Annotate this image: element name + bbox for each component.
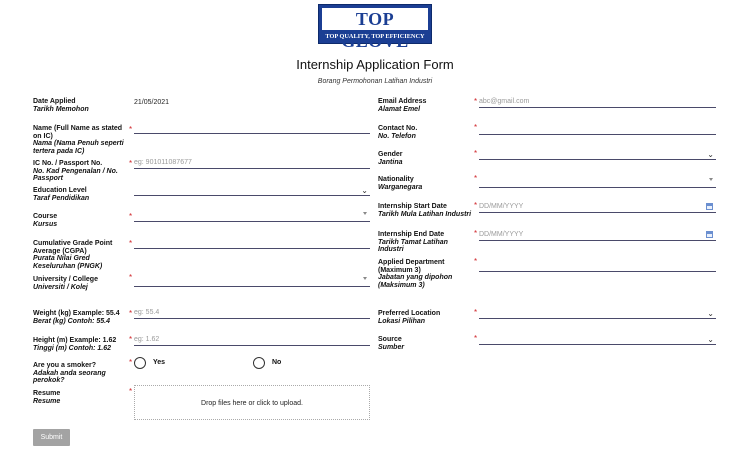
end-date-required-mark: * bbox=[474, 229, 478, 238]
location-select[interactable]: ⌄ bbox=[479, 307, 716, 319]
chevron-down-icon: ⌄ bbox=[707, 309, 714, 318]
start-date-placeholder: DD/MM/YYYY bbox=[479, 203, 524, 210]
nationality-select[interactable] bbox=[479, 176, 716, 188]
cgpa-label: Cumulative Grade Point Average (CGPA) Pur… bbox=[33, 240, 113, 270]
resume-label: Resume Resume bbox=[33, 390, 61, 405]
name-input[interactable] bbox=[134, 122, 370, 134]
contact-input[interactable] bbox=[479, 123, 716, 135]
contact-label: Contact No. No. Telefon bbox=[378, 125, 418, 140]
university-label: University / College Universiti / Kolej bbox=[33, 276, 98, 291]
height-input[interactable]: eg: 1.62 bbox=[134, 334, 370, 346]
calendar-icon[interactable] bbox=[706, 203, 713, 210]
logo-tagline: TOP QUALITY, TOP EFFICIENCY bbox=[325, 33, 425, 40]
email-placeholder: abc@gmail.com bbox=[479, 98, 530, 105]
dropzone-text: Drop files here or click to upload. bbox=[201, 400, 303, 407]
height-placeholder: eg: 1.62 bbox=[134, 336, 160, 343]
height-label: Height (m) Example: 1.62 Tinggi (m) Conto… bbox=[33, 337, 117, 352]
calendar-icon[interactable] bbox=[706, 231, 713, 238]
submit-button[interactable]: Submit bbox=[33, 429, 70, 446]
dropdown-arrow-icon bbox=[363, 277, 367, 280]
start-date-input[interactable]: DD/MM/YYYY bbox=[479, 201, 716, 213]
smoker-yes-radio[interactable] bbox=[134, 357, 146, 369]
smoker-label: Are you a smoker? Adakah anda seorang per… bbox=[33, 362, 106, 385]
source-label: Source Sumber bbox=[378, 336, 405, 351]
university-required-mark: * bbox=[129, 273, 133, 282]
chevron-down-icon: ⌄ bbox=[707, 150, 714, 159]
top-glove-logo: TOP GLOVE TOP QUALITY, TOP EFFICIENCY bbox=[318, 4, 432, 51]
weight-placeholder: eg: 55.4 bbox=[134, 309, 160, 316]
start-date-required-mark: * bbox=[474, 201, 478, 210]
location-required-mark: * bbox=[474, 308, 478, 317]
date-applied-label: Date Applied Tarikh Memohon bbox=[33, 98, 89, 113]
form-title: Internship Application Form bbox=[296, 57, 454, 72]
smoker-required-mark: * bbox=[129, 358, 133, 367]
resume-required-mark: * bbox=[129, 387, 133, 396]
nationality-required-mark: * bbox=[474, 174, 478, 183]
email-input[interactable]: abc@gmail.com bbox=[479, 96, 716, 108]
cgpa-required-mark: * bbox=[129, 239, 133, 248]
end-date-label: Internship End Date Tarikh Tamat Latihan … bbox=[378, 231, 448, 254]
name-label: Name (Full Name as stated on IC) Nama (Na… bbox=[33, 125, 124, 155]
form-subtitle: Borang Permohonan Latihan Industri bbox=[317, 78, 433, 85]
height-required-mark: * bbox=[129, 335, 133, 344]
weight-required-mark: * bbox=[129, 309, 133, 318]
chevron-down-icon: ⌄ bbox=[707, 335, 714, 344]
university-select[interactable] bbox=[134, 275, 370, 287]
course-select[interactable] bbox=[134, 210, 370, 222]
source-select[interactable]: ⌄ bbox=[479, 333, 716, 345]
smoker-no-radio[interactable] bbox=[253, 357, 265, 369]
email-label: Email Address Alamat Emel bbox=[378, 98, 427, 113]
name-required-mark: * bbox=[129, 125, 133, 134]
dropdown-arrow-icon bbox=[363, 212, 367, 215]
course-required-mark: * bbox=[129, 212, 133, 221]
ic-placeholder: eg: 901011087677 bbox=[134, 159, 192, 166]
location-label: Preferred Location Lokasi Pilihan bbox=[378, 310, 441, 325]
contact-required-mark: * bbox=[474, 123, 478, 132]
cgpa-input[interactable] bbox=[134, 237, 370, 249]
end-date-placeholder: DD/MM/YYYY bbox=[479, 231, 524, 238]
weight-label: Weight (kg) Example: 55.4 Berat (kg) Cont… bbox=[33, 310, 120, 325]
chevron-down-icon: ⌄ bbox=[361, 186, 368, 195]
department-required-mark: * bbox=[474, 257, 478, 266]
ic-required-mark: * bbox=[129, 159, 133, 168]
gender-select[interactable]: ⌄ bbox=[479, 148, 716, 160]
course-label: Course Kursus bbox=[33, 213, 58, 228]
nationality-label: Nationality Warganegara bbox=[378, 176, 423, 191]
department-label: Applied Department (Maximum 3) Jabatan ya… bbox=[378, 259, 453, 289]
ic-input[interactable]: eg: 901011087677 bbox=[134, 157, 370, 169]
date-applied-value: 21/05/2021 bbox=[134, 99, 170, 106]
resume-dropzone[interactable]: Drop files here or click to upload. bbox=[134, 385, 370, 420]
email-required-mark: * bbox=[474, 97, 478, 106]
gender-label: Gender Jantina bbox=[378, 151, 403, 166]
weight-input[interactable]: eg: 55.4 bbox=[134, 307, 370, 319]
gender-required-mark: * bbox=[474, 149, 478, 158]
logo-name: TOP GLOVE bbox=[322, 8, 428, 51]
dropdown-arrow-icon bbox=[709, 178, 713, 181]
start-date-label: Internship Start Date Tarikh Mula Latihan… bbox=[378, 203, 472, 218]
smoker-no-label: No bbox=[272, 359, 282, 366]
end-date-input[interactable]: DD/MM/YYYY bbox=[479, 229, 716, 241]
education-label: Education Level Taraf Pendidikan bbox=[33, 187, 90, 202]
ic-label: IC No. / Passport No. No. Kad Pengenalan … bbox=[33, 160, 118, 183]
department-input[interactable] bbox=[479, 260, 716, 272]
smoker-yes-label: Yes bbox=[153, 359, 166, 366]
source-required-mark: * bbox=[474, 334, 478, 343]
education-select[interactable]: ⌄ bbox=[134, 184, 370, 196]
